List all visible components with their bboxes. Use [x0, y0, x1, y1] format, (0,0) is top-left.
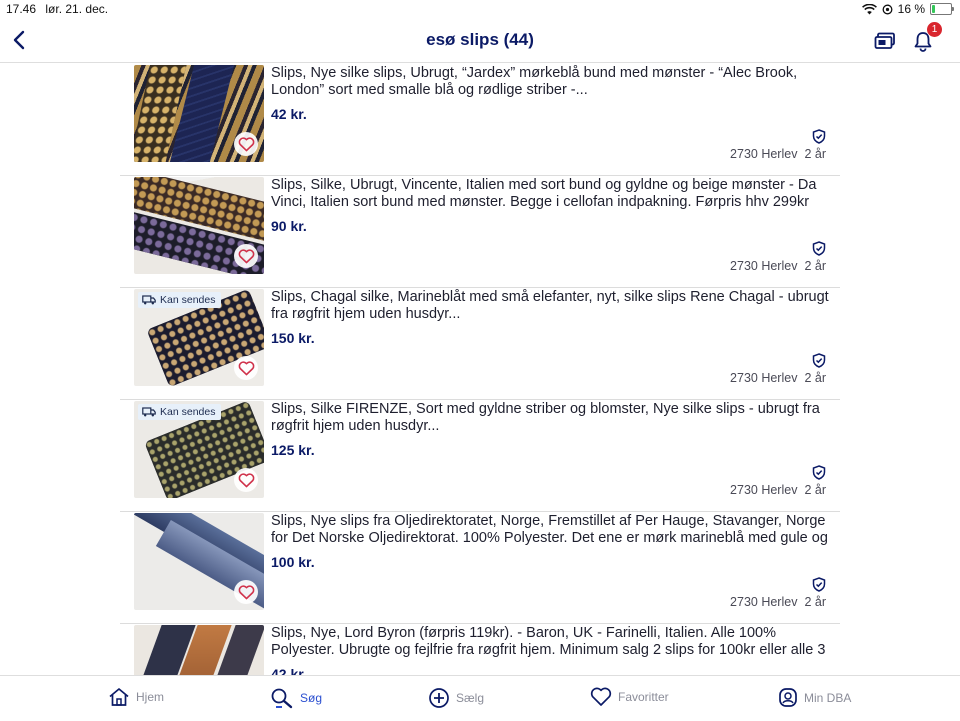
listing-meta: 2730 Herlev 2 år [730, 147, 826, 161]
verified-shield-icon [812, 353, 826, 368]
truck-icon [142, 407, 156, 417]
wifi-icon [861, 3, 877, 14]
listing-image [134, 177, 264, 274]
shipping-badge: Kan sendes [138, 292, 222, 308]
home-icon [109, 688, 129, 706]
listing-age: 2 år [804, 595, 826, 609]
listing-price: 150 kr. [271, 330, 315, 346]
favorite-button[interactable] [234, 356, 258, 380]
listing-title: Slips, Nye silke slips, Ubrugt, “Jardex”… [271, 65, 798, 98]
battery-tip [952, 7, 954, 11]
listing-location: 2730 Herlev [730, 483, 798, 497]
listing-title: Slips, Nye, Lord Byron (førpris 119kr). … [271, 625, 826, 658]
listing-location: 2730 Herlev [730, 371, 798, 385]
listing-image [134, 625, 264, 675]
shipping-badge-label: Kan sendes [160, 294, 216, 306]
status-bar: 17.46 lør. 21. dec. 16 % [0, 0, 960, 18]
tab-my-dba[interactable]: Min DBA [778, 687, 851, 708]
shipping-badge: Kan sendes [138, 404, 222, 420]
listing-meta: 2730 Herlev 2 år [730, 483, 826, 497]
notification-count-badge: 1 [927, 22, 942, 37]
saved-search-button[interactable] [872, 28, 898, 54]
listing-title: Slips, Silke, Ubrugt, Vincente, Italien … [271, 177, 817, 210]
listing-item[interactable]: Slips, Nye silke slips, Ubrugt, “Jardex”… [120, 63, 840, 176]
tab-home[interactable]: Hjem [108, 687, 164, 707]
status-time: 17.46 [6, 2, 37, 16]
bottom-tab-bar: Hjem Søg Sælg Favoritter Min DBA [0, 675, 960, 721]
verified-shield-icon [812, 577, 826, 592]
listing-meta: 2730 Herlev 2 år [730, 595, 826, 609]
listing-price: 42 kr. [271, 666, 307, 675]
status-date: lør. 21. dec. [45, 2, 109, 16]
battery-percent: 16 % [897, 2, 925, 16]
tab-favorites[interactable]: Favoritter [590, 687, 669, 707]
cards-icon [874, 32, 895, 49]
listing-item[interactable]: Slips, Silke, Ubrugt, Vincente, Italien … [120, 175, 840, 288]
listing-age: 2 år [804, 371, 826, 385]
tab-sell-label: Sælg [456, 691, 485, 705]
status-right: 16 % [861, 2, 954, 16]
listing-price: 100 kr. [271, 554, 315, 570]
listing-meta: 2730 Herlev 2 år [730, 259, 826, 273]
heart-icon [238, 248, 254, 263]
listing-price: 125 kr. [271, 442, 315, 458]
status-left: 17.46 lør. 21. dec. [6, 2, 108, 16]
favorite-button[interactable] [234, 468, 258, 492]
heart-icon [238, 472, 254, 487]
tab-home-label: Hjem [136, 690, 165, 704]
heart-icon [590, 687, 612, 706]
app-header: esø slips (44) 1 [0, 18, 960, 63]
listing-image [134, 513, 264, 610]
listing-image: Kan sendes [134, 401, 264, 498]
listing-age: 2 år [804, 483, 826, 497]
location-lock-icon [882, 4, 893, 14]
listing-price: 42 kr. [271, 106, 307, 122]
verified-shield-icon [812, 465, 826, 480]
search-icon [271, 688, 293, 709]
listing-location: 2730 Herlev [730, 595, 798, 609]
heart-icon [238, 136, 254, 151]
tab-search[interactable]: Søg [270, 687, 322, 709]
listing-location: 2730 Herlev [730, 147, 798, 161]
listing-title: Slips, Chagal silke, Marineblåt med små … [271, 289, 829, 322]
listing-age: 2 år [804, 259, 826, 273]
tab-my-dba-label: Min DBA [804, 690, 852, 705]
listing-item[interactable]: Slips, Nye slips fra Oljedirektoratet, N… [120, 511, 840, 624]
favorite-button[interactable] [234, 132, 258, 156]
tab-search-label: Søg [300, 691, 323, 705]
heart-icon [238, 360, 254, 375]
listing-item[interactable]: Kan sendes Slips, Chagal silke, Marinebl… [120, 287, 840, 400]
truck-icon [142, 295, 156, 305]
tab-sell[interactable]: Sælg [428, 687, 484, 709]
favorite-button[interactable] [234, 580, 258, 604]
battery-level-fill [932, 5, 935, 13]
battery-icon [930, 3, 954, 15]
listing-price: 90 kr. [271, 218, 307, 234]
profile-icon [779, 688, 797, 707]
heart-icon [238, 584, 254, 599]
listing-title: Slips, Silke FIRENZE, Sort med gyldne st… [271, 401, 820, 434]
listing-item[interactable]: Kan sendes Slips, Silke FIRENZE, Sort me… [120, 399, 840, 512]
favorite-button[interactable] [234, 244, 258, 268]
listing-title: Slips, Nye slips fra Oljedirektoratet, N… [271, 513, 828, 546]
tab-favorites-label: Favoritter [618, 690, 669, 704]
verified-shield-icon [812, 241, 826, 256]
listing-image [134, 65, 264, 162]
listing-item[interactable]: Slips, Nye, Lord Byron (førpris 119kr). … [120, 623, 840, 675]
verified-shield-icon [812, 129, 826, 144]
page-title: esø slips (44) [426, 30, 534, 49]
listing-meta: 2730 Herlev 2 år [730, 371, 826, 385]
listing-list[interactable]: Slips, Nye silke slips, Ubrugt, “Jardex”… [120, 63, 840, 675]
plus-circle-icon [429, 688, 449, 708]
notifications-button[interactable]: 1 [910, 22, 942, 54]
listing-age: 2 år [804, 147, 826, 161]
listing-location: 2730 Herlev [730, 259, 798, 273]
listing-image: Kan sendes [134, 289, 264, 386]
shipping-badge-label: Kan sendes [160, 406, 216, 418]
